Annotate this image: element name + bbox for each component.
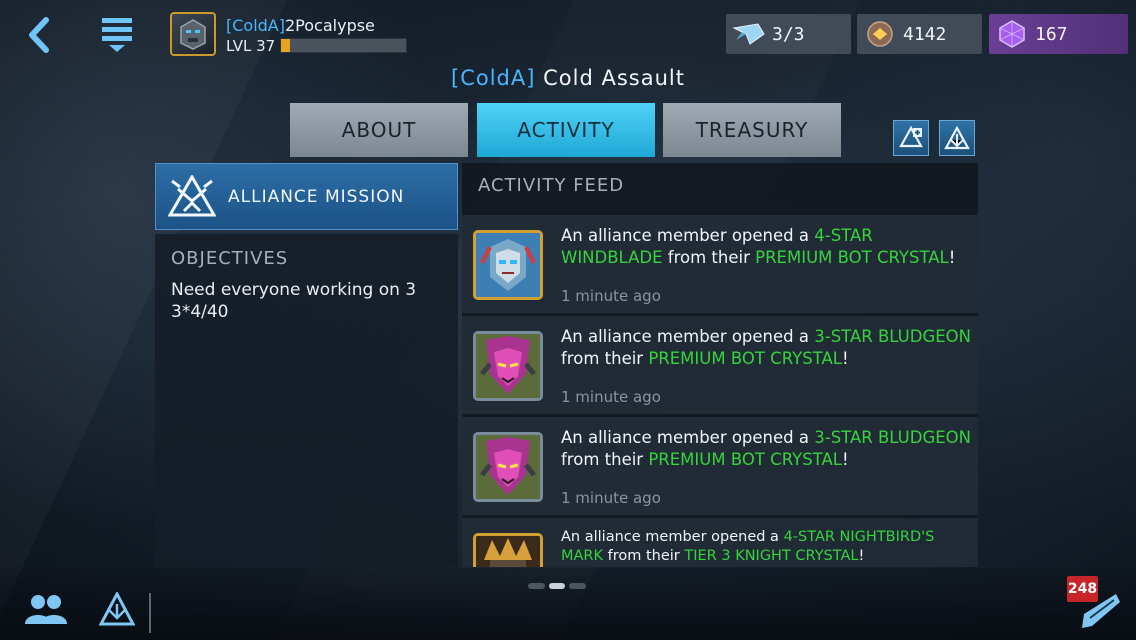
alliance-mission-label: ALLIANCE MISSION	[228, 186, 405, 207]
feed-crystal-name: PREMIUM BOT CRYSTAL	[648, 349, 842, 368]
xp-bar-fill	[281, 39, 290, 52]
feed-timestamp: 1 minute ago	[561, 287, 661, 305]
feed-crystal-name: TIER 3 KNIGHT CRYSTAL	[684, 548, 859, 564]
ore-icon	[863, 19, 897, 49]
ships-value: 3/3	[772, 23, 805, 45]
feed-message-middle: from their	[662, 248, 756, 267]
feed-item: An alliance member opened a 3-STAR BLUDG…	[462, 417, 978, 515]
player-name-text: 2Pocalypse	[285, 16, 375, 35]
objectives-panel: OBJECTIVES Need everyone working on 3 3*…	[155, 234, 458, 567]
alliance-icon	[99, 592, 135, 626]
friends-button[interactable]	[22, 590, 70, 628]
feed-message-suffix: !	[948, 248, 956, 267]
feed-message-suffix: !	[841, 349, 849, 368]
objectives-text: Need everyone working on 3 3*4/40	[171, 280, 417, 322]
alliance-button[interactable]	[98, 592, 136, 628]
feed-item: An alliance member opened a 3-STAR BLUDG…	[462, 316, 978, 414]
ore-value: 4142	[903, 23, 947, 45]
feed-message-prefix: An alliance member opened a	[561, 428, 815, 447]
activity-feed-panel[interactable]: ACTIVITY FEED An alliance member opened …	[462, 163, 978, 567]
feed-message: An alliance member opened a 3-STAR BLUDG…	[561, 427, 971, 471]
xp-bar	[280, 38, 407, 53]
feed-crystal-name: PREMIUM BOT CRYSTAL	[648, 450, 842, 469]
feed-message-middle: from their	[561, 349, 649, 368]
chat-badge: 248	[1067, 576, 1098, 602]
feed-message: An alliance member opened a 4-STAR NIGHT…	[561, 528, 971, 566]
page-dot	[528, 583, 545, 589]
friends-icon	[25, 595, 67, 624]
tab-treasury[interactable]: TREASURY	[663, 103, 841, 157]
feed-message-prefix: An alliance member opened a	[561, 226, 815, 245]
bot-portrait	[473, 432, 543, 502]
alliance-name: Cold Assault	[543, 66, 685, 90]
feed-crystal-name: PREMIUM BOT CRYSTAL	[755, 248, 949, 267]
player-alliance-tag: [ColdA]	[226, 16, 285, 35]
alliance-members-button[interactable]	[893, 120, 929, 156]
feed-message-prefix: An alliance member opened a	[561, 327, 815, 346]
activity-feed-title: ACTIVITY FEED	[478, 175, 625, 196]
menu-icon	[102, 18, 132, 52]
chevron-left-icon	[29, 17, 49, 53]
bottom-divider	[149, 593, 151, 633]
alliance-members-icon	[899, 125, 923, 148]
objectives-title: OBJECTIVES	[171, 248, 289, 269]
player-level: LVL 37	[226, 37, 276, 55]
alliance-emblem-icon	[168, 174, 216, 216]
alliance-emblem-icon	[944, 125, 970, 150]
player-avatar[interactable]	[170, 12, 216, 56]
gems-counter[interactable]: 167	[989, 14, 1128, 54]
alliance-tag: [ColdA]	[451, 66, 536, 90]
feed-timestamp: 1 minute ago	[561, 489, 661, 507]
page-indicator	[528, 583, 587, 591]
feed-message-suffix: !	[841, 450, 849, 469]
feed-timestamp: 1 minute ago	[561, 388, 661, 406]
ship-icon	[732, 19, 766, 49]
gems-value: 167	[1035, 23, 1068, 45]
bot-portrait	[473, 533, 543, 567]
bot-portrait	[473, 331, 543, 401]
bot-portrait	[473, 230, 543, 300]
gem-icon	[995, 19, 1029, 49]
feed-message: An alliance member opened a 3-STAR BLUDG…	[561, 326, 971, 370]
robot-portrait-icon	[180, 19, 206, 50]
feed-item: An alliance member opened a 4-STAR WINDB…	[462, 215, 978, 313]
feed-bot-name: 3-STAR BLUDGEON	[814, 327, 971, 346]
feed-message-prefix: An alliance member opened a	[561, 529, 784, 545]
feed-message: An alliance member opened a 4-STAR WINDB…	[561, 225, 971, 269]
ships-counter[interactable]: 3/3	[726, 14, 851, 54]
page-dot	[569, 583, 587, 589]
feed-item: An alliance member opened a 4-STAR NIGHT…	[462, 518, 978, 567]
tab-about[interactable]: ABOUT	[290, 103, 468, 157]
page-dot-active	[548, 583, 566, 589]
feed-message-middle: from their	[561, 450, 649, 469]
player-name: [ColdA]2Pocalypse	[226, 16, 375, 35]
menu-button[interactable]	[96, 12, 138, 56]
alliance-emblem-button[interactable]	[939, 120, 975, 156]
alliance-mission-header[interactable]: ALLIANCE MISSION	[155, 163, 458, 230]
ore-counter[interactable]: 4142	[857, 14, 982, 54]
bottom-bar	[0, 568, 1136, 640]
feed-bot-name: 3-STAR BLUDGEON	[814, 428, 971, 447]
tab-activity[interactable]: ACTIVITY	[477, 103, 655, 157]
back-button[interactable]	[18, 14, 64, 56]
feed-message-middle: from their	[603, 548, 685, 564]
feed-message-suffix: !	[858, 548, 865, 564]
alliance-title: [ColdA] Cold Assault	[0, 66, 1136, 90]
